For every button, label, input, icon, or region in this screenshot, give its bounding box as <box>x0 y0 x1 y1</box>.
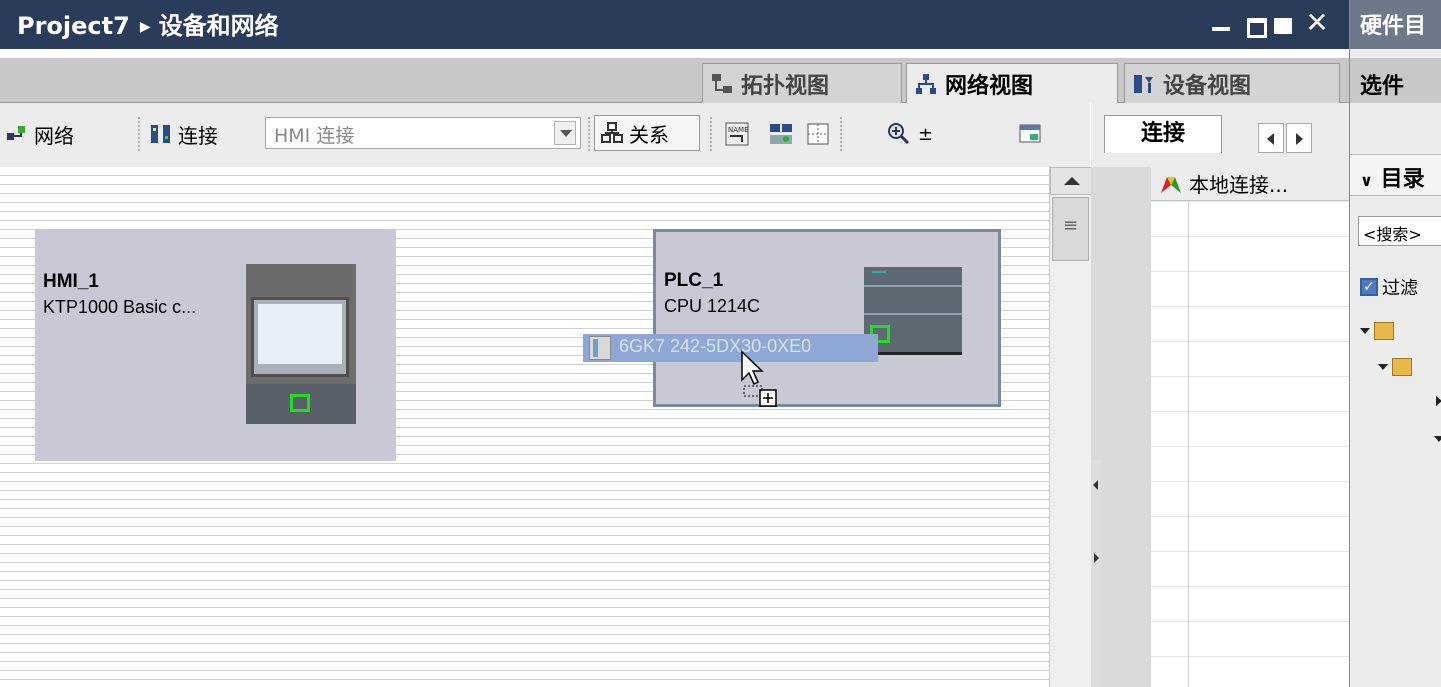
tab-topology-label: 拓扑视图 <box>741 73 830 99</box>
hardware-catalog-window: 硬件目 选件 ∨ 目录 <搜索> ✓ 过滤 <box>1349 0 1441 687</box>
catalog-filter-label: 过滤 <box>1382 278 1418 299</box>
tab-network-view[interactable]: 网络视图 <box>906 63 1118 103</box>
scroll-thumb[interactable] <box>1052 197 1089 261</box>
connections-panel: 连接 本地连接... <box>1091 103 1349 687</box>
plc-device[interactable]: PLC_1 CPU 1214C <box>653 229 1001 407</box>
network-overview-icon <box>770 124 792 144</box>
topology-icon <box>712 73 732 93</box>
communication-module-icon <box>589 336 611 360</box>
project-name: Project7 <box>17 12 130 40</box>
connection-type-value: HMI 连接 <box>274 125 355 147</box>
hmi-screen-graphic <box>251 297 349 377</box>
plc-cpu-icon <box>864 267 962 355</box>
toolbar-separator <box>840 117 842 151</box>
hmi-panel-icon <box>246 264 356 424</box>
catalog-tree-node[interactable] <box>1360 322 1394 340</box>
float-button[interactable] <box>1241 10 1267 38</box>
toolbar-separator <box>588 117 590 151</box>
connections-panel-tabs: 连接 <box>1091 115 1349 155</box>
overview-button[interactable] <box>1018 117 1042 151</box>
catalog-filter-checkbox[interactable]: ✓ 过滤 <box>1360 274 1418 300</box>
svg-text:NAME: NAME <box>728 126 749 134</box>
catalog-section-header[interactable]: ∨ 目录 <box>1350 154 1441 196</box>
tab-scroll-left-button[interactable] <box>1258 123 1284 153</box>
tree-expand-icon[interactable] <box>1360 328 1370 334</box>
tab-device-view[interactable]: 设备视图 <box>1124 63 1340 103</box>
tab-topology-view[interactable]: 拓扑视图 <box>702 63 902 103</box>
relation-button[interactable]: 关系 <box>594 115 700 151</box>
folder-icon <box>1374 322 1394 340</box>
network-toolbar: 网络 连接 HMI 连接 关系 NAME ± <box>0 103 1090 167</box>
canvas-vertical-scrollbar[interactable] <box>1049 167 1092 687</box>
devices-networks-editor: Project7 ▶ 设备和网络 ✕ 拓扑视图 网络视图 设备视图 网络 连接 <box>0 0 1349 687</box>
overview-icon <box>1019 124 1041 143</box>
editor-title-bar: Project7 ▶ 设备和网络 ✕ <box>0 0 1349 49</box>
table-column-divider <box>1188 201 1189 687</box>
network-icon <box>916 73 936 94</box>
connection-mode-icon <box>151 125 170 143</box>
zoom-dropdown-icon[interactable]: ± <box>918 124 933 145</box>
plc-device-type: CPU 1214C <box>664 296 761 316</box>
catalog-tree-node[interactable] <box>1436 396 1441 406</box>
toolbar-separator <box>710 117 712 151</box>
hmi-base-graphic <box>246 384 356 424</box>
show-names-button[interactable]: NAME <box>724 117 750 151</box>
dragged-module[interactable]: 6GK7 242-5DX30-0XE0 <box>583 334 878 362</box>
tree-expand-icon[interactable] <box>1378 364 1388 370</box>
catalog-tree-node[interactable] <box>1378 358 1412 376</box>
tree-collapsed-icon[interactable] <box>1436 396 1441 406</box>
window-title: Project7 ▶ 设备和网络 <box>17 6 279 41</box>
tab-device-label: 设备视图 <box>1163 73 1252 99</box>
tab-network-label: 网络视图 <box>945 73 1034 99</box>
tab-scroll-right-button[interactable] <box>1286 123 1312 153</box>
connection-colors-icon <box>1161 176 1181 193</box>
network-mode-label: 网络 <box>34 123 74 148</box>
device-icon <box>1134 74 1153 93</box>
grid-button[interactable] <box>806 117 830 151</box>
expand-right-icon[interactable] <box>1094 553 1099 563</box>
hmi-device-type: KTP1000 Basic c... <box>43 297 197 317</box>
editor-name: 设备和网络 <box>158 12 279 40</box>
panel-splitter[interactable] <box>1091 460 1101 687</box>
checkbox-checked-icon[interactable]: ✓ <box>1360 278 1378 296</box>
collapse-left-icon[interactable] <box>1093 480 1098 490</box>
network-canvas[interactable]: HMI_1 KTP1000 Basic c... PLC_1 CPU 1214C… <box>0 167 1049 687</box>
hmi-device[interactable]: HMI_1 KTP1000 Basic c... <box>35 229 396 461</box>
connection-mode-button[interactable]: 连接 <box>150 117 218 151</box>
hmi-device-name: HMI_1 <box>43 271 99 292</box>
minimize-button[interactable] <box>1209 10 1233 36</box>
toolbar-separator <box>138 117 140 151</box>
relation-icon <box>601 122 623 143</box>
catalog-section-label: 目录 <box>1380 167 1425 192</box>
network-mode-button[interactable]: 网络 <box>6 117 74 151</box>
profinet-port-icon[interactable] <box>290 394 310 412</box>
chevron-down-icon[interactable] <box>554 121 576 145</box>
connection-mode-label: 连接 <box>178 123 218 148</box>
local-connection-header-label: 本地连接... <box>1189 173 1289 197</box>
close-button[interactable]: ✕ <box>1302 9 1332 37</box>
show-address-button[interactable] <box>768 117 794 151</box>
zoom-in-button[interactable]: ± <box>886 117 933 151</box>
local-connection-column-header[interactable]: 本地连接... <box>1151 167 1349 201</box>
relation-label: 关系 <box>629 122 669 147</box>
catalog-title: 硬件目 <box>1350 0 1441 49</box>
grid-icon <box>807 123 829 145</box>
name-tag-icon: NAME <box>725 122 749 146</box>
folder-icon <box>1392 358 1412 376</box>
maximize-button[interactable] <box>1271 10 1297 36</box>
breadcrumb-arrow-icon: ▶ <box>139 19 151 35</box>
catalog-search-input[interactable]: <搜索> <box>1358 216 1441 246</box>
tree-expand-icon[interactable] <box>1434 436 1441 442</box>
scroll-up-button[interactable] <box>1050 167 1092 195</box>
catalog-options-header: 选件 <box>1350 58 1441 103</box>
plc-device-name: PLC_1 <box>664 270 724 291</box>
drag-copy-cursor-icon <box>741 350 777 407</box>
catalog-tree-node[interactable] <box>1434 436 1441 442</box>
view-tabs: 拓扑视图 网络视图 设备视图 <box>0 58 1349 103</box>
network-mode-icon <box>7 126 25 140</box>
chevron-down-icon[interactable]: ∨ <box>1360 171 1373 190</box>
zoom-in-icon <box>888 123 910 145</box>
tab-connections[interactable]: 连接 <box>1104 115 1222 153</box>
connection-type-select[interactable]: HMI 连接 <box>265 117 581 149</box>
